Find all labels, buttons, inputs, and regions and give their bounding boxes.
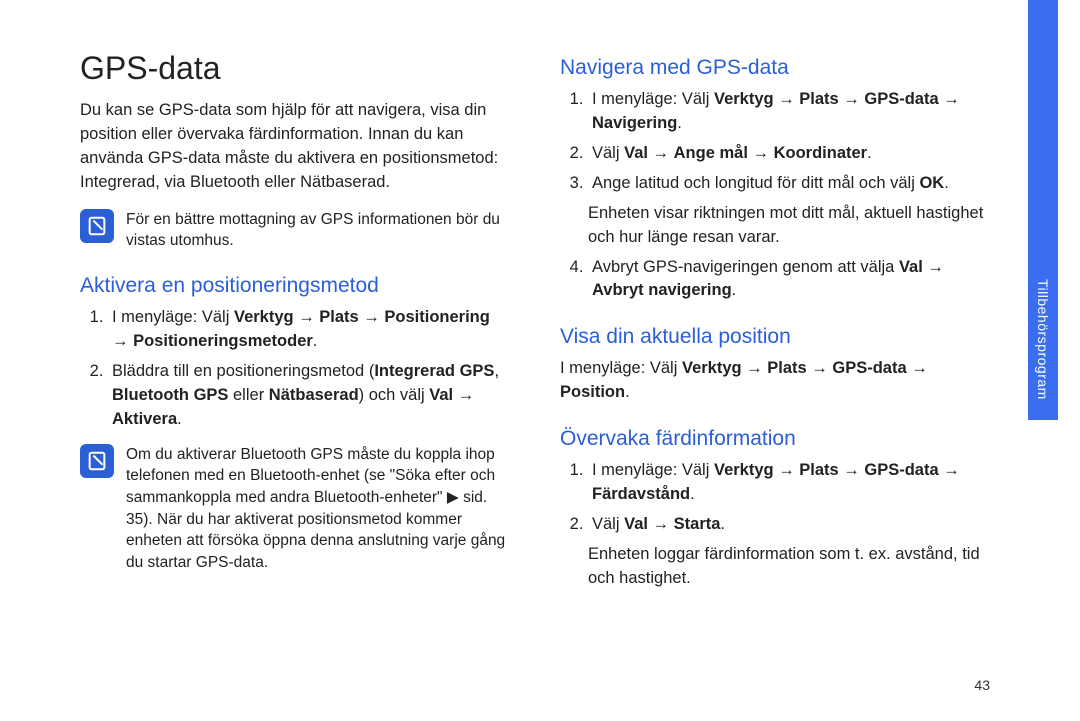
text: , [494,362,499,380]
two-column-layout: GPS-data Du kan se GPS-data som hjälp fö… [80,50,990,597]
position-line: I menyläge: Välj Verktyg → Plats → GPS-d… [560,357,990,405]
right-column: Navigera med GPS-data I menyläge: Välj V… [560,50,990,597]
text: Ange latitud och longitud för ditt mål o… [592,174,919,192]
menu-path-part: Positioneringsmetoder [133,332,313,350]
menu-path-part: GPS-data [864,461,938,479]
menu-path-part: Plats [319,308,358,326]
text: I menyläge: Välj [592,90,714,108]
menu-path-part: Aktivera [112,410,177,428]
side-tab-label: Tillbehörsprogram [1035,279,1051,420]
text: Välj [592,144,624,162]
page-title: GPS-data [80,50,510,87]
text: I menyläge: Välj [592,461,714,479]
menu-path-part: Verktyg [234,308,294,326]
activate-steps: I menyläge: Välj Verktyg → Plats → Posit… [80,306,510,432]
list-item: I menyläge: Välj Verktyg → Plats → GPS-d… [588,459,990,507]
button-label: OK [919,174,944,192]
text: eller [228,386,268,404]
navigate-steps: I menyläge: Välj Verktyg → Plats → GPS-d… [560,88,990,196]
section-heading-navigate: Navigera med GPS-data [560,56,990,80]
note-box-2: Om du aktiverar Bluetooth GPS måste du k… [80,444,510,574]
page-number: 43 [974,677,990,693]
side-tab: Tillbehörsprogram [1028,0,1058,420]
menu-path-part: Val [624,144,648,162]
text: Bläddra till en positioneringsmetod ( [112,362,374,380]
note-box-1: För en bättre mottagning av GPS informat… [80,209,510,252]
navigate-note: Enheten visar riktningen mot ditt mål, a… [588,202,990,250]
menu-path-part: Färdavstånd [592,485,690,503]
section-heading-trip: Övervaka färdinformation [560,427,990,451]
text: I menyläge: Välj [112,308,234,326]
menu-path-part: Ange mål [674,144,748,162]
list-item: Bläddra till en positioneringsmetod (Int… [108,360,510,432]
option: Bluetooth GPS [112,386,228,404]
note-text: Om du aktiverar Bluetooth GPS måste du k… [126,444,510,574]
menu-path-part: Val [899,258,923,276]
menu-path-part: Koordinater [774,144,868,162]
left-column: GPS-data Du kan se GPS-data som hjälp fö… [80,50,510,597]
menu-path-part: GPS-data [832,359,906,377]
list-item: Välj Val → Ange mål → Koordinater. [588,142,990,166]
section-heading-position: Visa din aktuella position [560,325,990,349]
menu-path-part: Navigering [592,114,677,132]
menu-path-part: Plats [799,90,838,108]
list-item: Ange latitud och longitud för ditt mål o… [588,172,990,196]
list-item: Avbryt GPS-navigeringen genom att välja … [588,256,990,304]
list-item: Välj Val → Starta. [588,513,990,537]
section-heading-activate: Aktivera en positioneringsmetod [80,274,510,298]
menu-path-part: Starta [674,515,721,533]
menu-path-part: Plats [767,359,806,377]
menu-path-part: Verktyg [714,90,774,108]
menu-path-part: Position [560,383,625,401]
menu-path-part: Positionering [384,308,489,326]
text: Avbryt GPS-navigeringen genom att välja [592,258,899,276]
option: Nätbaserad [269,386,359,404]
menu-path-part: Avbryt navigering [592,281,732,299]
navigate-steps-cont: Avbryt GPS-navigeringen genom att välja … [560,256,990,304]
page: Tillbehörsprogram GPS-data Du kan se GPS… [0,0,1080,721]
trip-steps: I menyläge: Välj Verktyg → Plats → GPS-d… [560,459,990,537]
list-item: I menyläge: Välj Verktyg → Plats → GPS-d… [588,88,990,136]
note-text: För en bättre mottagning av GPS informat… [126,209,510,252]
text: Välj [592,515,624,533]
menu-path-part: GPS-data [864,90,938,108]
menu-path-part: Verktyg [682,359,742,377]
menu-path-part: Val [624,515,648,533]
note-icon [80,444,114,478]
text: I menyläge: Välj [560,359,682,377]
note-icon [80,209,114,243]
text: ) och välj [359,386,430,404]
option: Integrerad GPS [374,362,494,380]
trip-note: Enheten loggar färdinformation som t. ex… [588,543,990,591]
menu-path-part: Plats [799,461,838,479]
list-item: I menyläge: Välj Verktyg → Plats → Posit… [108,306,510,354]
menu-path-part: Verktyg [714,461,774,479]
intro-paragraph: Du kan se GPS-data som hjälp för att nav… [80,99,510,195]
menu-path-part: Val [429,386,453,404]
